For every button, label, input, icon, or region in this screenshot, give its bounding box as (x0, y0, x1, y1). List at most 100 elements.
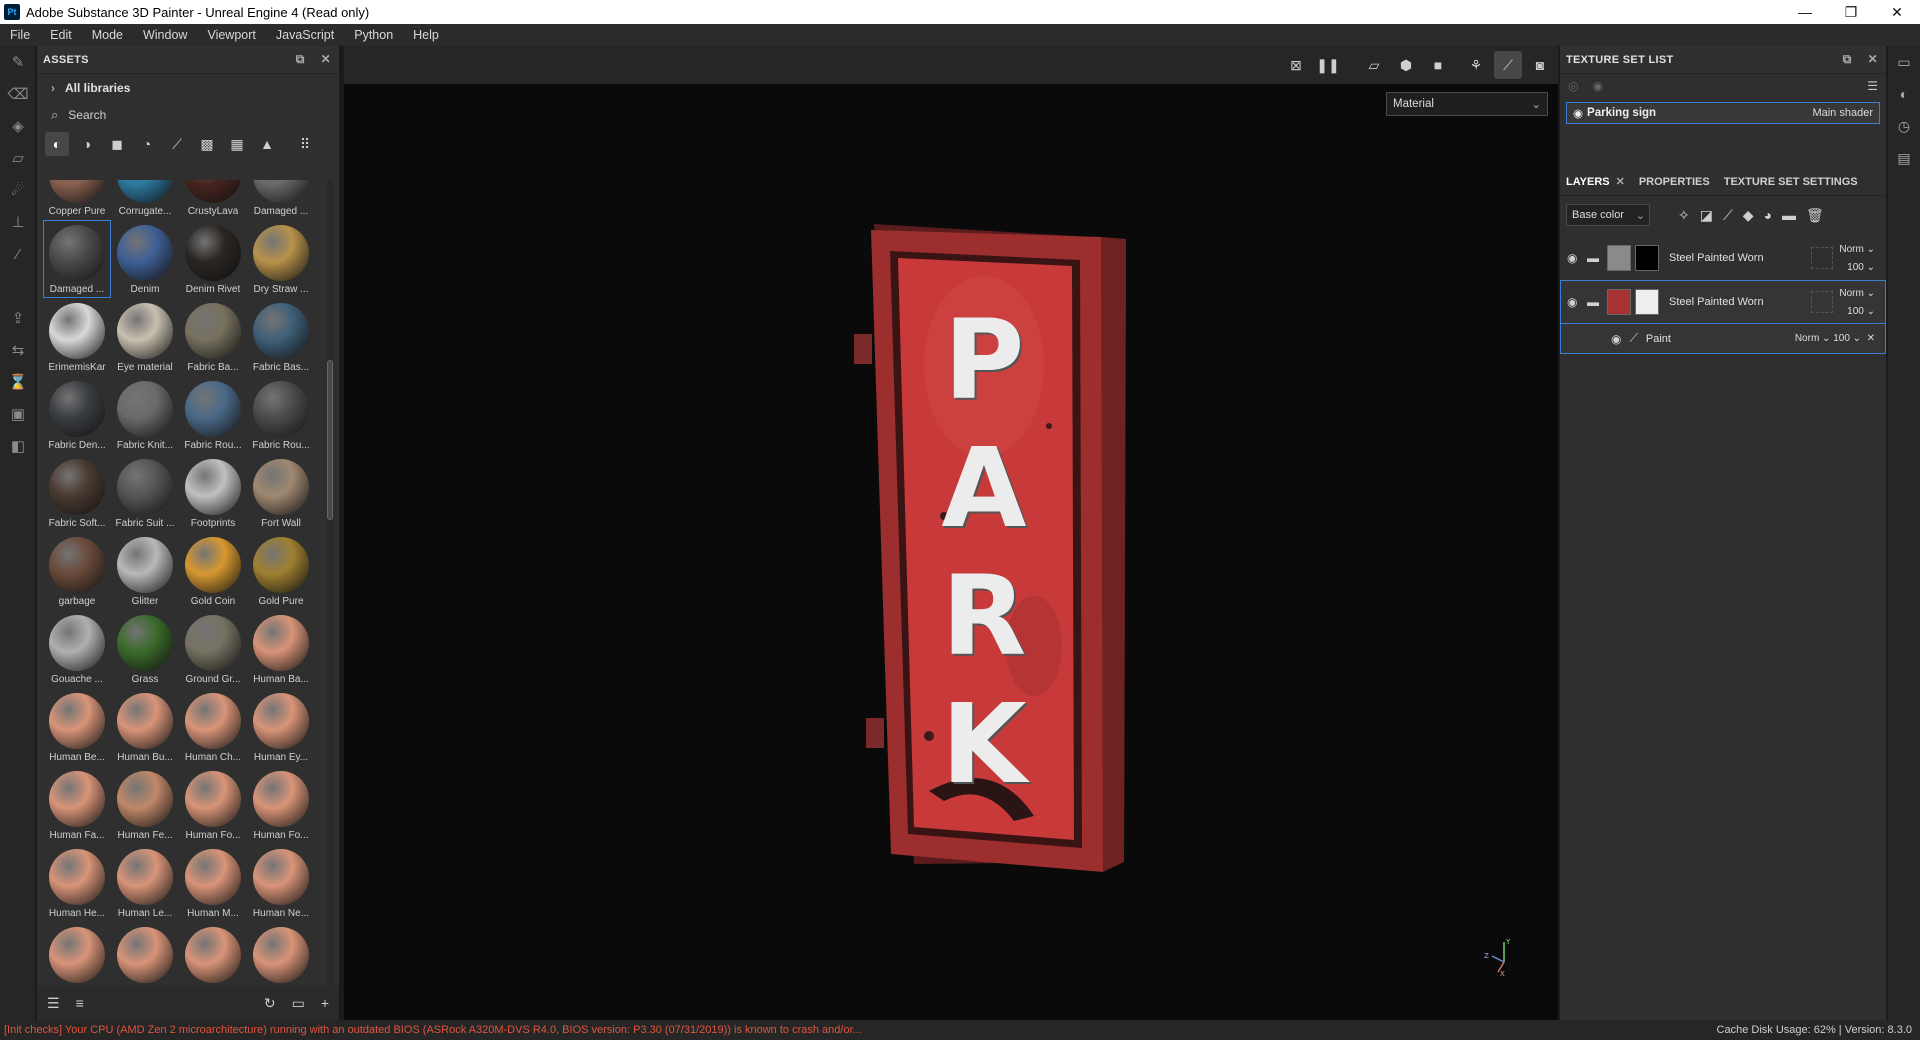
projection-icon[interactable]: ◈ (0, 110, 36, 142)
asset-tile[interactable] (43, 922, 111, 986)
new-folder-icon[interactable]: ▭ (292, 995, 305, 1012)
environment-icon[interactable]: ◐ (1888, 78, 1920, 110)
smudge-icon[interactable]: ☄ (0, 174, 36, 206)
eye-icon[interactable]: ◉ (1567, 295, 1587, 309)
menu-edit[interactable]: Edit (40, 28, 82, 42)
polygon-fill-icon[interactable]: ▱ (0, 142, 36, 174)
add-paint-layer-icon[interactable]: ⟋ (1723, 207, 1733, 224)
status-warning[interactable]: [Init checks] Your CPU (AMD Zen 2 microa… (4, 1024, 1717, 1036)
asset-tile[interactable]: Denim (111, 220, 179, 298)
asset-tile[interactable]: Gouache ... (43, 610, 111, 688)
close-tab-icon[interactable]: ✕ (1616, 175, 1625, 188)
viewport-mode-select[interactable]: Material ⌄ (1386, 92, 1548, 116)
asset-tile[interactable]: Denim Rivet (179, 220, 247, 298)
folder-icon[interactable]: ▬ (1587, 251, 1607, 265)
texture-set-shader[interactable]: Main shader (1812, 107, 1873, 119)
asset-tile[interactable]: Human Ch... (179, 688, 247, 766)
asset-tile[interactable]: Human Fo... (247, 766, 315, 844)
asset-tile[interactable]: Human Fe... (111, 766, 179, 844)
environments-filter-icon[interactable]: ▲ (255, 132, 279, 156)
add-mask-icon[interactable]: ◪ (1700, 207, 1713, 224)
asset-tile[interactable]: Human Bu... (111, 688, 179, 766)
assets-scrollbar[interactable] (327, 180, 333, 986)
display-icon[interactable]: ▭ (1888, 46, 1920, 78)
minimize-button[interactable]: — (1782, 0, 1828, 24)
uv-view-icon[interactable]: ▱ (1360, 51, 1388, 79)
hide-icon[interactable]: ◎ (1568, 79, 1578, 93)
asset-tile[interactable]: Damaged ... (43, 220, 111, 298)
asset-tile[interactable]: Eye material (111, 298, 179, 376)
asset-tile[interactable]: Human Fo... (179, 766, 247, 844)
add-effect-icon[interactable]: ✧ (1678, 207, 1690, 224)
asset-tile[interactable]: Human He... (43, 844, 111, 922)
asset-tile[interactable]: Copper Pure (43, 180, 111, 220)
masks-filter-icon[interactable]: ◼ (105, 132, 129, 156)
menu-icon[interactable]: ☰ (1867, 79, 1878, 93)
history-icon[interactable]: ⌛ (0, 366, 36, 398)
asset-tile[interactable]: Fabric Suit ... (111, 454, 179, 532)
asset-tile[interactable]: Human Ne... (247, 844, 315, 922)
textures-filter-icon[interactable]: ▩ (195, 132, 219, 156)
generators-filter-icon[interactable]: ◔ (135, 132, 159, 156)
bake-icon[interactable]: ⇆ (0, 334, 36, 366)
sublayer-blend[interactable]: Norm ⌄ 100 ⌄ ✕ (1795, 333, 1875, 344)
filter-list-icon[interactable]: ☰ (47, 995, 60, 1012)
shelf-icon[interactable]: ◧ (0, 430, 36, 462)
sublayer-row[interactable]: ◉ ⟋ Paint Norm ⌄ 100 ⌄ ✕ (1560, 324, 1886, 354)
asset-tile[interactable]: Fabric Rou... (179, 376, 247, 454)
asset-tile[interactable]: Fabric Rou... (247, 376, 315, 454)
color-picker-icon[interactable]: ⁄ (0, 238, 36, 270)
layer-row[interactable]: ◉ ▬ Steel Painted Worn Norm ⌄ 100 ⌄ (1560, 280, 1886, 324)
asset-tile[interactable]: Gold Coin (179, 532, 247, 610)
float-panel-icon[interactable]: ⧉ (1843, 52, 1852, 67)
menu-javascript[interactable]: JavaScript (266, 28, 344, 42)
smart-materials-filter-icon[interactable]: ◑ (75, 132, 99, 156)
eye-icon[interactable]: ◉ (1567, 251, 1587, 265)
asset-tile[interactable]: Fort Wall (247, 454, 315, 532)
menu-help[interactable]: Help (403, 28, 449, 42)
history-icon[interactable]: ◷ (1888, 110, 1920, 142)
mask-slot[interactable] (1811, 247, 1833, 269)
asset-tile[interactable]: Human Ba... (247, 610, 315, 688)
asset-tile[interactable] (111, 922, 179, 986)
asset-tile[interactable]: Fabric Soft... (43, 454, 111, 532)
asset-tile[interactable] (247, 922, 315, 986)
asset-tile[interactable]: garbage (43, 532, 111, 610)
3d-view-icon[interactable]: ⬢ (1392, 51, 1420, 79)
float-panel-icon[interactable]: ⧉ (296, 52, 305, 67)
add-icon[interactable]: + (321, 995, 329, 1011)
asset-tile[interactable] (179, 922, 247, 986)
asset-tile[interactable]: Damaged ... (247, 180, 315, 220)
eye-icon[interactable]: ◉ (1592, 79, 1602, 93)
search-input[interactable]: Search (68, 108, 106, 122)
assets-search[interactable]: ⌕ Search (37, 102, 339, 128)
menu-viewport[interactable]: Viewport (197, 28, 265, 42)
clone-stamp-icon[interactable]: ⊥ (0, 206, 36, 238)
menu-mode[interactable]: Mode (82, 28, 133, 42)
close-panel-icon[interactable]: ✕ (321, 52, 331, 67)
asset-tile[interactable]: ErimemisKar (43, 298, 111, 376)
3d-viewport[interactable]: ⊠ ❚❚ ▱ ⬢ ■ ⚘ ⟋ ◙ Material ⌄ P A R K Y Z … (344, 46, 1558, 1020)
sort-icon[interactable]: ≡ (76, 995, 84, 1011)
alphas-filter-icon[interactable]: ▦ (225, 132, 249, 156)
asset-tile[interactable]: Grass (111, 610, 179, 688)
export-icon[interactable]: ⇪ (0, 302, 36, 334)
add-fill-layer-icon[interactable]: ◆ (1743, 207, 1754, 224)
tab-properties[interactable]: PROPERTIES (1639, 176, 1710, 188)
close-button[interactable]: ✕ (1874, 0, 1920, 24)
asset-tile[interactable]: Fabric Ba... (179, 298, 247, 376)
paint-brush-icon[interactable]: ✎ (0, 46, 36, 78)
asset-tile[interactable]: Human Le... (111, 844, 179, 922)
layer-blend[interactable]: Norm ⌄ 100 ⌄ (1839, 285, 1875, 321)
pause-icon[interactable]: ❚❚ (1314, 51, 1342, 79)
asset-tile[interactable]: Ground Gr... (179, 610, 247, 688)
channel-select[interactable]: Base color ⌄ (1566, 204, 1650, 226)
asset-tile[interactable]: Human Fa... (43, 766, 111, 844)
folder-icon[interactable]: ▬ (1587, 295, 1607, 309)
texture-set-item[interactable]: ◉ Parking sign Main shader (1566, 102, 1880, 124)
eye-icon[interactable]: ◉ (1573, 106, 1583, 120)
asset-tile[interactable]: Corrugate... (111, 180, 179, 220)
grid-view-icon[interactable]: ⠿ (293, 132, 317, 156)
asset-tile[interactable]: Fabric Den... (43, 376, 111, 454)
asset-tile[interactable]: Human M... (179, 844, 247, 922)
